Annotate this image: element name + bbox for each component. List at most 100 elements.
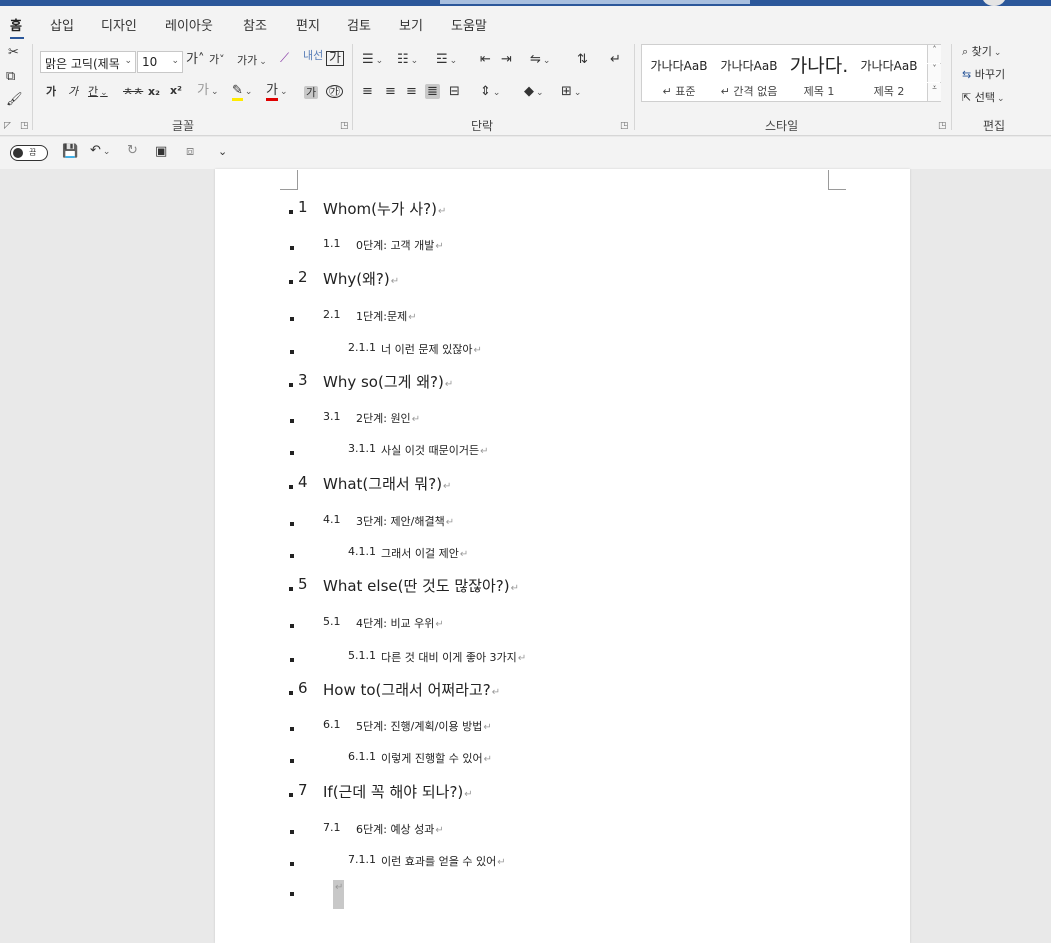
phonetic-guide-icon[interactable]: 내선 [303, 50, 323, 61]
style-normal[interactable]: 가나다AaB ↵ 표준 [644, 45, 714, 101]
heading-text: What else(딴 것도 많잖아?)↵ [323, 575, 519, 596]
text-effects-icon[interactable]: 가 ⌄ [197, 84, 219, 97]
style-no-spacing[interactable]: 가나다AaB ↵ 간격 없음 [714, 45, 784, 101]
select-label: 선택 [974, 91, 995, 104]
heading-number: 2.1.1 [348, 341, 376, 354]
font-size-combo[interactable]: 10 ⌄ [137, 51, 183, 73]
style-heading-2[interactable]: 가나다AaB 제목 2 [854, 45, 924, 101]
active-tab-indicator [10, 37, 24, 39]
borders-icon[interactable]: ⊞ ⌄ [561, 85, 581, 98]
decrease-indent-icon[interactable]: ⇤ [480, 53, 491, 66]
heading-number: 7.1 [323, 821, 341, 834]
tab-home[interactable]: 홈 [10, 15, 22, 34]
gallery-down-icon[interactable]: ˅ [927, 64, 941, 82]
italic-button[interactable]: 가 [68, 86, 78, 97]
style-heading-1[interactable]: 가나다. 제목 1 [784, 45, 854, 101]
redo-icon[interactable]: ↻ [127, 144, 138, 157]
paragraph-dialog-icon[interactable]: ◳ [620, 121, 629, 131]
clipboard-dialog-icon[interactable]: ◳ [20, 121, 29, 131]
gallery-up-icon[interactable]: ˄ [927, 45, 941, 63]
find-button[interactable]: ⌕ 찾기 ⌄ [962, 46, 1001, 58]
chevron-down-icon: ⌄ [993, 48, 1002, 58]
paragraph-mark: ↵ [435, 619, 444, 630]
list-bullet [289, 383, 293, 387]
underline-button[interactable]: 간 ⌄ [88, 86, 108, 98]
heading-label: Why(왜?) [323, 270, 390, 288]
shrink-font-button[interactable]: 가˅ [209, 54, 225, 65]
clear-format-icon[interactable]: ⟋ [280, 52, 289, 65]
document-page[interactable] [215, 169, 910, 943]
change-case-button[interactable]: 가가 ⌄ [237, 55, 267, 67]
ribbon-tabs: 홈 삽입 디자인 레이아웃 참조 편지 검토 보기 도움말 [0, 6, 1051, 40]
asian-layout-icon[interactable]: ⇋ ⌄ [530, 53, 550, 66]
shading-icon[interactable]: ◆ ⌄ [524, 85, 544, 98]
search-box[interactable] [440, 0, 750, 4]
font-color-label: 가 [266, 83, 278, 101]
distributed-icon[interactable]: ⊟ [449, 85, 460, 98]
quick-access-toolbar: 끔 💾 ↶ ⌄ ↻ ▣ ⧈ ⌄ [0, 137, 1051, 169]
align-center-icon[interactable]: ≡ [385, 85, 396, 98]
tab-references[interactable]: 참조 [243, 15, 267, 34]
tab-help[interactable]: 도움말 [451, 15, 487, 34]
tab-mailings[interactable]: 편지 [296, 15, 320, 34]
show-marks-icon[interactable]: ↵ [610, 53, 621, 66]
document-area [0, 169, 1051, 943]
copy-icon[interactable]: ⧉ [6, 70, 15, 83]
tab-review[interactable]: 검토 [347, 15, 371, 34]
line-spacing-icon[interactable]: ⇕ ⌄ [480, 85, 500, 98]
paragraph-mark: ↵ [437, 206, 447, 217]
cut-icon[interactable]: ✂ [8, 46, 19, 59]
heading-label: 다른 것 대비 이게 좋아 3가지 [381, 651, 517, 664]
font-name-combo[interactable]: 맑은 고딕(제목 ⌄ [40, 51, 136, 73]
superscript-button[interactable]: x² [170, 85, 182, 96]
chevron-down-icon: ⌄ [492, 88, 501, 98]
save-icon[interactable]: 💾 [62, 145, 78, 158]
bullets-icon[interactable]: ☰ ⌄ [362, 53, 383, 66]
sort-icon[interactable]: ⇅ [577, 53, 588, 66]
align-left-icon[interactable]: ≡ [362, 85, 373, 98]
font-color-button[interactable]: 가 ⌄ [266, 83, 288, 101]
chevron-down-icon: ⌄ [171, 56, 179, 66]
tab-layout[interactable]: 레이아웃 [165, 15, 213, 34]
list-bullet [290, 830, 294, 834]
crop-mark [280, 170, 298, 190]
chevron-down-icon: ⌄ [244, 87, 253, 97]
numbering-icon[interactable]: ☷ ⌄ [397, 53, 418, 66]
paragraph-mark: ↵ [443, 481, 452, 492]
undo-icon[interactable]: ↶ ⌄ [90, 144, 110, 157]
replace-button[interactable]: ⇆ 바꾸기 [962, 69, 1005, 80]
tab-insert[interactable]: 삽입 [50, 15, 74, 34]
replace-icon: ⇆ [962, 68, 972, 81]
tab-design[interactable]: 디자인 [101, 15, 137, 34]
align-right-icon[interactable]: ≡ [406, 85, 417, 98]
screenshot-icon[interactable]: ▣ [155, 145, 167, 158]
subscript-button[interactable]: x₂ [148, 86, 160, 97]
highlight-icon[interactable]: ✎ ⌄ [232, 83, 253, 101]
list-bullet [290, 350, 294, 354]
paragraph-mark: ↵ [473, 345, 482, 356]
customize-qat-icon[interactable]: ⌄ [218, 146, 227, 157]
format-painter-icon[interactable]: 🖌 [6, 93, 23, 106]
font-dialog-icon[interactable]: ◳ [340, 121, 349, 131]
justify-icon[interactable]: ≣ [425, 84, 440, 99]
heading-label: 4단계: 비교 우위 [356, 617, 435, 630]
char-border-icon[interactable]: 가 [326, 51, 344, 66]
select-button[interactable]: ⇱ 선택 ⌄ [962, 92, 1005, 104]
multilevel-list-icon[interactable]: ☲ ⌄ [436, 53, 457, 66]
enclose-char-icon[interactable]: ㉮ [326, 85, 343, 98]
heading-text: 너 이런 문제 있잖아↵ [381, 341, 482, 357]
heading-text: 1단계:문제↵ [356, 308, 417, 324]
bold-button[interactable]: 가 [46, 86, 56, 97]
list-bullet [290, 419, 294, 423]
strikethrough-button[interactable]: ㅊㅊ [123, 86, 143, 97]
underline-label: 간 [88, 85, 99, 98]
autosave-toggle[interactable]: 끔 [10, 145, 48, 161]
styles-dialog-icon[interactable]: ◳ [938, 121, 947, 131]
grow-font-button[interactable]: 가˄ [186, 53, 204, 66]
char-shading-icon[interactable]: 가 [304, 86, 319, 99]
gallery-more-icon[interactable]: ⩡ [927, 83, 941, 101]
clipboard-launcher-icon[interactable]: ◸ [4, 121, 11, 131]
image-icon[interactable]: ⧈ [186, 145, 194, 158]
tab-view[interactable]: 보기 [399, 15, 423, 34]
increase-indent-icon[interactable]: ⇥ [501, 53, 512, 66]
